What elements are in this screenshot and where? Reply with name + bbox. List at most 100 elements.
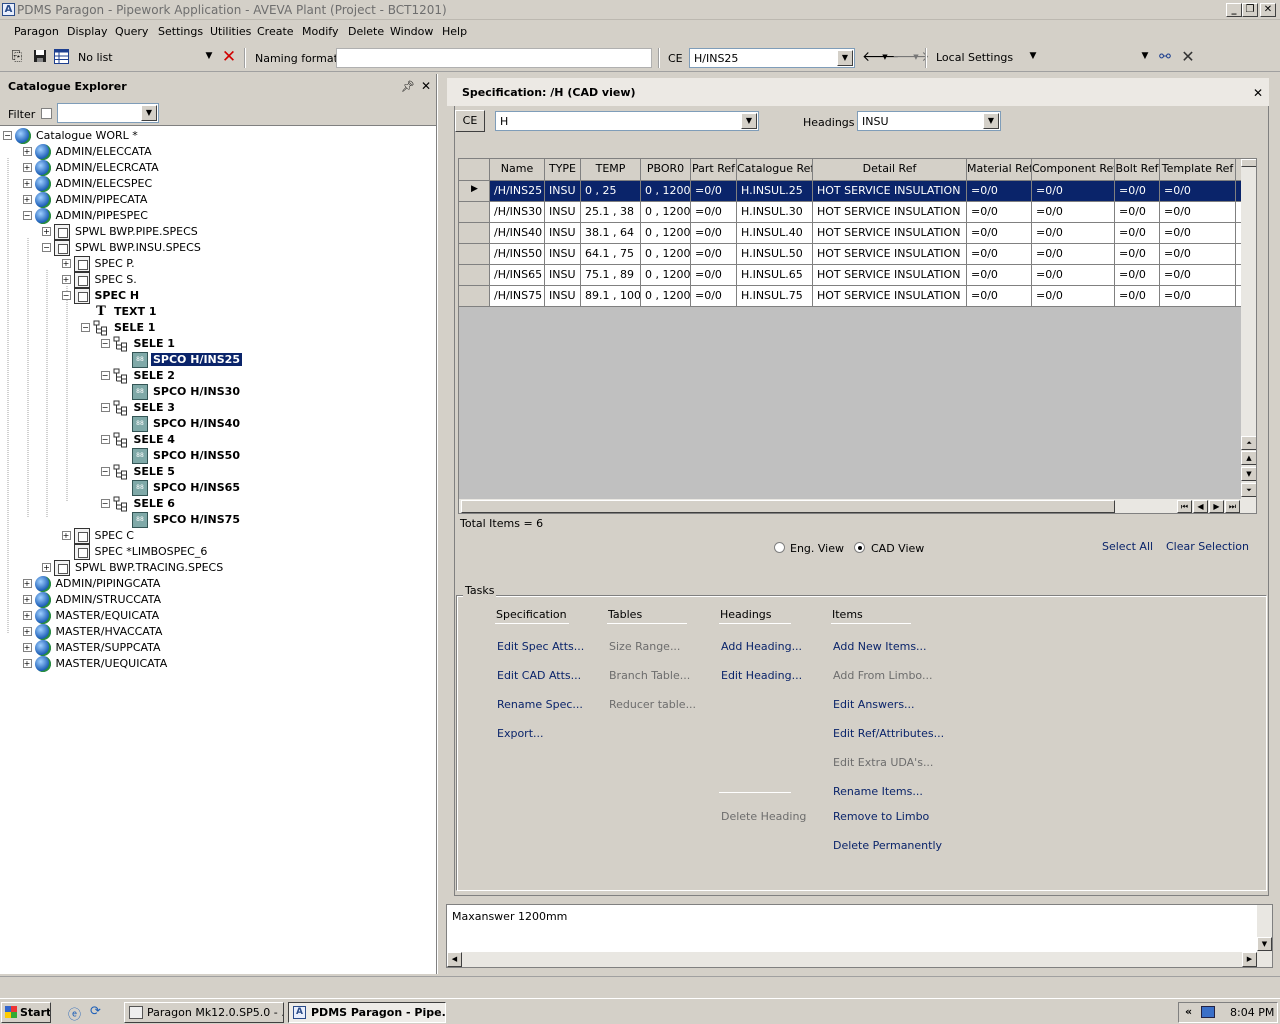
local-settings-combo[interactable]: Local Settings ▼ <box>932 48 1042 68</box>
collapse-icon[interactable]: − <box>100 467 110 476</box>
grid-cell[interactable]: =0/0 <box>1160 181 1236 202</box>
forward-arrow-icon[interactable]: 🡒 <box>892 49 930 65</box>
collapse-icon[interactable]: − <box>100 435 110 444</box>
collapse-icon[interactable]: − <box>100 499 110 508</box>
grid-cell[interactable]: H.INSUL.50 <box>737 244 813 265</box>
chevron-down-icon[interactable]: ▼ <box>201 49 217 65</box>
chevron-down-icon[interactable]: ▼ <box>877 49 893 65</box>
cad-view-label[interactable]: CAD View <box>871 542 924 555</box>
refresh-icon[interactable]: ⟳ <box>90 1004 101 1019</box>
grid-cell[interactable]: HOT SERVICE INSULATION <box>813 223 967 244</box>
expand-icon[interactable]: + <box>22 627 32 636</box>
grid-cell[interactable]: 75.1 , 89 <box>581 265 641 286</box>
chevron-down-icon[interactable]: ▼ <box>741 113 757 129</box>
grid-cell[interactable]: H.INSUL.25 <box>737 181 813 202</box>
grid-cell[interactable]: =0/0 <box>1160 286 1236 307</box>
grid-cell[interactable]: =0/0 <box>967 202 1032 223</box>
select-all-link[interactable]: Select All <box>1102 540 1153 553</box>
grid-cell[interactable]: =0/0 <box>1115 181 1160 202</box>
grid-cell[interactable]: /H/INS30 <box>490 202 545 223</box>
minimize-button[interactable]: _ <box>1226 3 1242 17</box>
edit-cad-atts-link[interactable]: Edit CAD Atts... <box>497 669 581 682</box>
extra-combo[interactable]: ▼ <box>1044 48 1154 68</box>
remove-to-limbo-link[interactable]: Remove to Limbo <box>833 810 929 823</box>
spec-combo[interactable]: H ▼ <box>495 111 759 131</box>
horizontal-scrollbar[interactable]: ⏮ ◀ ▶ ⏭ <box>459 499 1256 513</box>
grid-cell[interactable]: /H/INS50 <box>490 244 545 265</box>
grid-cell[interactable]: HOT SERVICE INSULATION <box>813 181 967 202</box>
grid-cell[interactable]: =0/0 <box>1032 181 1115 202</box>
size-range-link[interactable]: Size Range... <box>609 640 680 653</box>
edit-spec-atts-link[interactable]: Edit Spec Atts... <box>497 640 584 653</box>
edit-heading-link[interactable]: Edit Heading... <box>721 669 802 682</box>
taskbar-button-pdms-paragon[interactable]: A PDMS Paragon - Pipe... <box>288 1002 446 1023</box>
binoculars-icon[interactable]: ⚯ <box>1157 49 1173 65</box>
grid-cell[interactable]: =0/0 <box>691 286 737 307</box>
menu-paragon[interactable]: Paragon <box>14 25 59 38</box>
add-heading-link[interactable]: Add Heading... <box>721 640 802 653</box>
collapse-icon[interactable]: − <box>100 339 110 348</box>
grid-cell[interactable]: =0/0 <box>1160 202 1236 223</box>
menu-modify[interactable]: Modify <box>302 25 338 38</box>
chevron-down-icon[interactable]: ▼ <box>983 113 999 129</box>
grid-cell[interactable]: =0/0 <box>691 202 737 223</box>
chevron-down-icon[interactable]: ▼ <box>908 49 924 65</box>
scroll-down-icon[interactable]: ▼ <box>1241 467 1256 481</box>
add-new-items-link[interactable]: Add New Items... <box>833 640 927 653</box>
collapse-icon[interactable]: − <box>42 243 51 252</box>
delete-list-icon[interactable]: ✕ <box>221 49 237 66</box>
grid-cell[interactable]: =0/0 <box>1032 286 1115 307</box>
grid-cell[interactable]: INSU <box>545 286 581 307</box>
column-header[interactable]: Detail Ref <box>813 159 967 181</box>
collapse-icon[interactable]: − <box>22 211 32 220</box>
pane-splitter[interactable] <box>437 74 444 974</box>
grid-cell[interactable]: HOT SERVICE INSULATION <box>813 202 967 223</box>
grid-cell[interactable]: =0/0 <box>691 244 737 265</box>
scroll-down-icon[interactable]: ▼ <box>1257 937 1272 951</box>
expand-icon[interactable]: + <box>22 611 32 620</box>
grid-cell[interactable]: =0/0 <box>1115 244 1160 265</box>
column-header[interactable]: PBOR0 <box>641 159 691 181</box>
grid-cell[interactable]: 0 , 1200 <box>641 181 691 202</box>
expand-icon[interactable]: + <box>42 563 51 572</box>
vertical-scrollbar[interactable]: ⏶ ▲ ▼ ⏷ <box>1241 159 1256 499</box>
menu-create[interactable]: Create <box>257 25 294 38</box>
reducer-table-link[interactable]: Reducer table... <box>609 698 696 711</box>
row-header[interactable]: ▶ <box>459 181 490 202</box>
grid-cell[interactable]: =0/0 <box>1160 244 1236 265</box>
grid-cell[interactable]: =0/0 <box>1032 244 1115 265</box>
delete-permanently-link[interactable]: Delete Permanently <box>833 839 942 852</box>
export-link[interactable]: Export... <box>497 727 544 740</box>
scroll-right-icon[interactable]: ▶ <box>1242 952 1257 967</box>
scroll-left-icon[interactable]: ◀ <box>1193 500 1208 513</box>
vertical-scrollbar[interactable]: ▼ <box>1257 905 1272 952</box>
row-header[interactable] <box>459 286 490 307</box>
expand-icon[interactable]: + <box>22 579 32 588</box>
ce-button[interactable]: CE <box>455 110 485 132</box>
menu-window[interactable]: Window <box>390 25 433 38</box>
expand-icon[interactable]: + <box>42 227 51 236</box>
row-header[interactable] <box>459 265 490 286</box>
grid-cell[interactable]: =0/0 <box>1032 202 1115 223</box>
expand-icon[interactable]: + <box>61 259 71 268</box>
taskbar-button-paragon-mk12[interactable]: Paragon Mk12.0.SP5.0 - ... <box>124 1002 284 1023</box>
chevron-down-icon[interactable]: ▼ <box>1025 49 1041 65</box>
grid-cell[interactable]: =0/0 <box>967 181 1032 202</box>
scroll-last-icon[interactable]: ⏭ <box>1225 500 1240 513</box>
maximize-button[interactable]: ❐ <box>1242 3 1258 17</box>
expand-icon[interactable]: + <box>22 659 32 668</box>
chevron-down-icon[interactable]: ▼ <box>837 50 853 66</box>
grid-cell[interactable]: 38.1 , 64 <box>581 223 641 244</box>
grid-cell[interactable]: INSU <box>545 181 581 202</box>
grid-cell[interactable]: =0/0 <box>967 223 1032 244</box>
cad-view-radio[interactable] <box>854 542 865 553</box>
grid-cell[interactable]: /H/INS75 <box>490 286 545 307</box>
expand-icon[interactable]: + <box>61 531 71 540</box>
list-table-icon[interactable] <box>53 49 69 65</box>
menu-delete[interactable]: Delete <box>348 25 384 38</box>
edit-ref-attributes-link[interactable]: Edit Ref/Attributes... <box>833 727 944 740</box>
row-header[interactable] <box>459 202 490 223</box>
grid-cell[interactable]: =0/0 <box>1115 202 1160 223</box>
naming-format-input[interactable] <box>336 48 652 68</box>
eng-view-radio[interactable] <box>774 542 785 553</box>
